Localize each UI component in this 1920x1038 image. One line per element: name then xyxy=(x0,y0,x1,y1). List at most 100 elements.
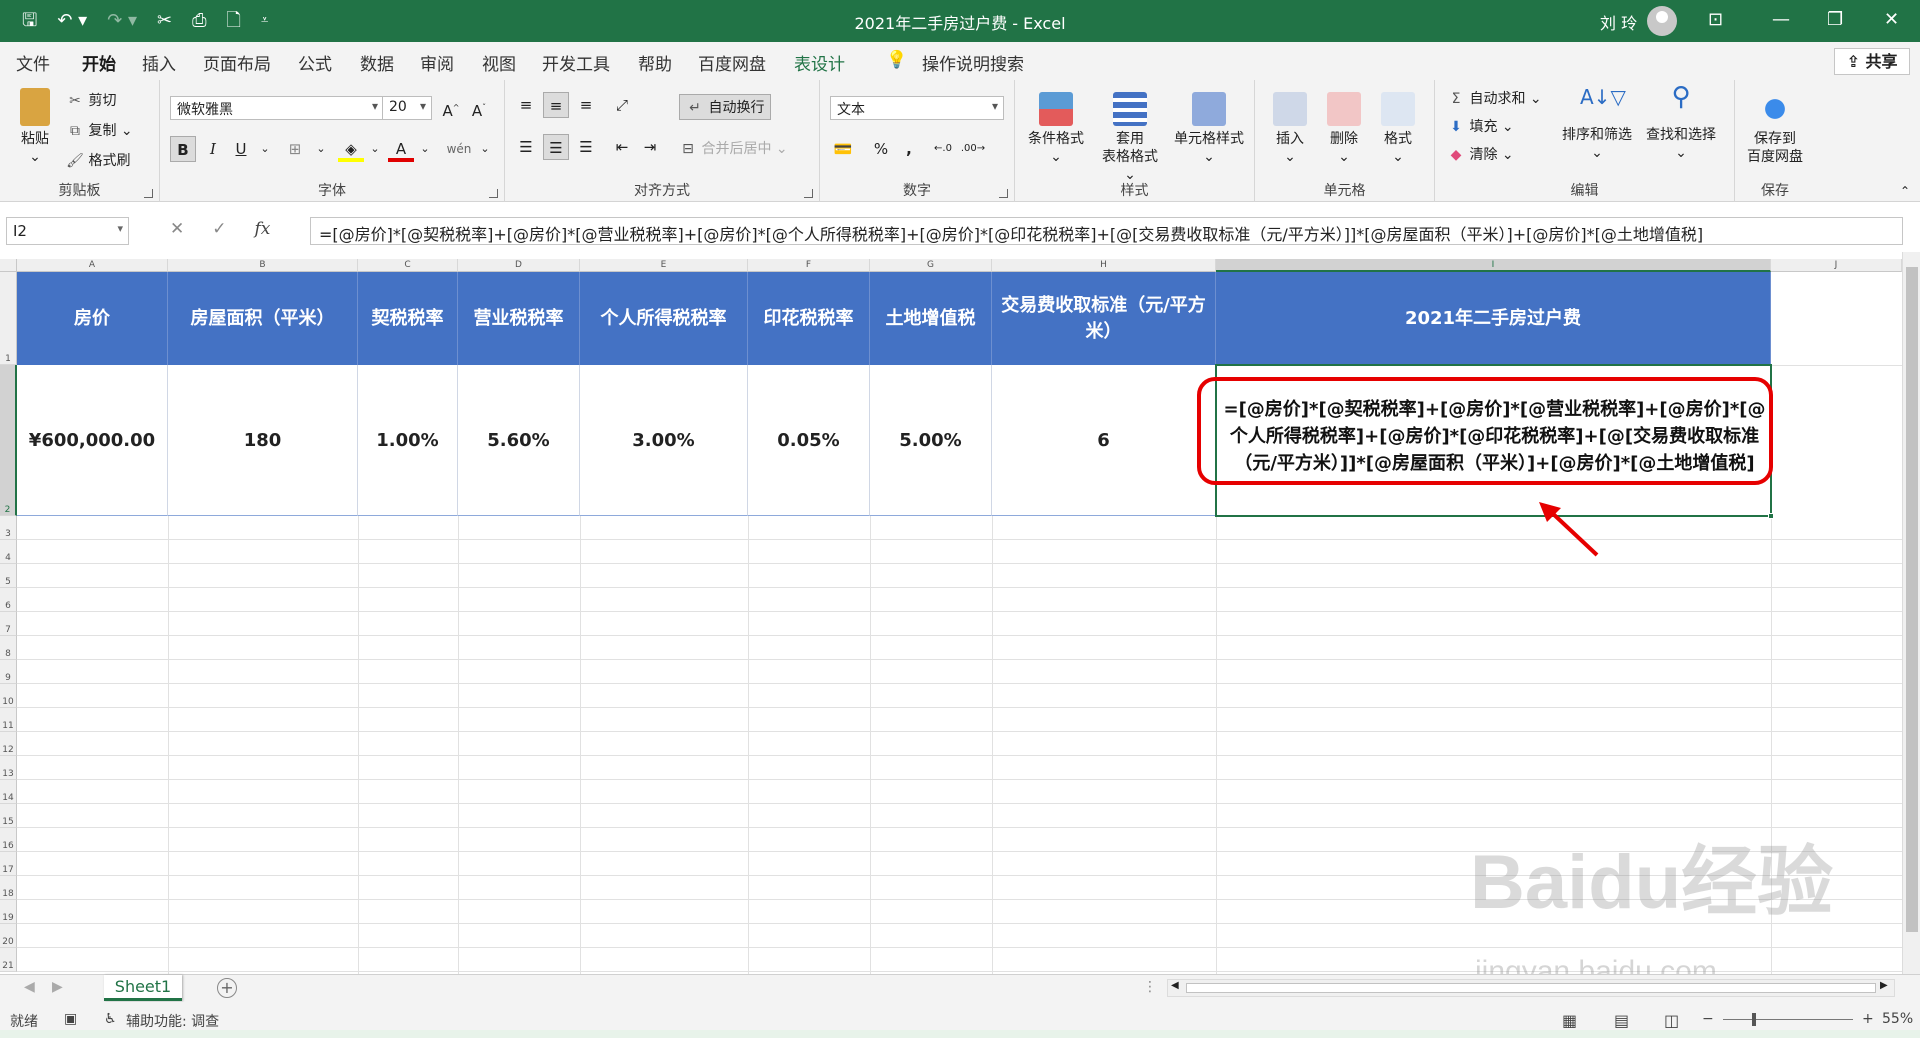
add-sheet-icon[interactable]: + xyxy=(217,978,237,998)
tab-file[interactable]: 文件 xyxy=(16,50,50,75)
table-header-cell[interactable]: 房屋面积（平米） xyxy=(168,272,358,365)
row-header[interactable]: 1 xyxy=(0,272,17,365)
tab-review[interactable]: 审阅 xyxy=(420,50,454,75)
horizontal-scrollbar[interactable]: ◀ ▶ xyxy=(1167,979,1895,997)
align-bottom-icon[interactable]: ≡ xyxy=(573,92,599,118)
insert-cells-button[interactable]: 插入 ⌄ xyxy=(1265,92,1315,166)
minimize-icon[interactable]: — xyxy=(1772,9,1790,30)
vertical-scrollbar[interactable] xyxy=(1902,252,1920,974)
zoom-in-icon[interactable]: + xyxy=(1862,1011,1874,1027)
border-icon[interactable]: ⊞ xyxy=(282,136,308,162)
row-header[interactable]: 7 xyxy=(0,612,17,636)
column-header-selected[interactable]: I xyxy=(1216,259,1771,272)
row-header[interactable]: 13 xyxy=(0,756,17,780)
format-painter-button[interactable]: 🖌 格式刷 xyxy=(66,150,130,170)
name-box[interactable]: I2 xyxy=(6,217,129,245)
restore-icon[interactable]: ❐ xyxy=(1827,9,1843,30)
table-cell[interactable]: ¥600,000.00 xyxy=(17,365,168,516)
column-header[interactable]: J xyxy=(1771,259,1902,272)
column-j-cells[interactable] xyxy=(1771,272,1902,516)
tab-data[interactable]: 数据 xyxy=(360,50,394,75)
row-header[interactable]: 9 xyxy=(0,660,17,684)
zoom-slider-thumb[interactable] xyxy=(1752,1013,1756,1026)
row-header[interactable]: 21 xyxy=(0,948,17,972)
row-header[interactable]: 3 xyxy=(0,516,17,540)
increase-indent-icon[interactable]: ⇥ xyxy=(637,134,663,160)
table-header-cell[interactable]: 2021年二手房过户费 xyxy=(1216,272,1771,365)
user-name[interactable]: 刘 玲 xyxy=(1600,10,1637,34)
italic-button[interactable]: I xyxy=(200,136,226,162)
increase-decimal-icon[interactable]: ←.0 xyxy=(930,136,956,162)
table-cell[interactable]: 6 xyxy=(992,365,1216,516)
cell-styles-button[interactable]: 单元格样式 ⌄ xyxy=(1167,92,1251,166)
macro-record-icon[interactable]: ▣ xyxy=(64,1011,77,1027)
column-header[interactable]: H xyxy=(992,259,1216,272)
align-middle-icon[interactable]: ≡ xyxy=(543,92,569,118)
row-header[interactable]: 20 xyxy=(0,924,17,948)
column-header[interactable]: F xyxy=(748,259,870,272)
format-as-table-button[interactable]: 套用 表格格式 ⌄ xyxy=(1095,92,1165,184)
insert-function-icon[interactable]: fx xyxy=(255,219,271,239)
copy-button[interactable]: ⧉ 复制 ⌄ xyxy=(66,120,133,140)
table-header-cell[interactable]: 营业税税率 xyxy=(458,272,580,365)
table-cell[interactable]: 3.00% xyxy=(580,365,748,516)
dialog-launcher-icon[interactable] xyxy=(999,189,1008,198)
cut-button[interactable]: ✂ 剪切 xyxy=(66,90,116,110)
select-all-corner[interactable] xyxy=(0,259,17,272)
font-color-dropdown-icon[interactable]: ⌄ xyxy=(412,136,438,162)
zoom-level[interactable]: 55% xyxy=(1882,1011,1913,1027)
share-button[interactable]: ⇪ 共享 xyxy=(1834,48,1910,75)
row-header[interactable]: 4 xyxy=(0,540,17,564)
table-cell[interactable]: 180 xyxy=(168,365,358,516)
merge-center-button[interactable]: ⊟ 合并后居中 ⌄ xyxy=(679,138,788,158)
accessibility-icon[interactable]: ♿ xyxy=(104,1011,117,1027)
row-header[interactable]: 15 xyxy=(0,804,17,828)
table-header-cell[interactable]: 土地增值税 xyxy=(870,272,992,365)
collapse-ribbon-icon[interactable]: ⌃ xyxy=(1900,184,1910,198)
align-right-icon[interactable]: ☰ xyxy=(573,134,599,160)
lightbulb-icon[interactable]: 💡 xyxy=(886,50,907,70)
fill-color-dropdown-icon[interactable]: ⌄ xyxy=(362,136,388,162)
scrollbar-thumb[interactable] xyxy=(1906,267,1918,932)
underline-dropdown-icon[interactable]: ⌄ xyxy=(252,136,278,162)
dialog-launcher-icon[interactable] xyxy=(489,189,498,198)
tab-table-design[interactable]: 表设计 xyxy=(794,50,845,75)
accounting-format-icon[interactable]: 💳 xyxy=(830,136,856,162)
zoom-slider[interactable] xyxy=(1723,1019,1853,1020)
row-header[interactable]: 12 xyxy=(0,732,17,756)
tab-insert[interactable]: 插入 xyxy=(142,50,176,75)
clear-button[interactable]: ◆ 清除 ⌄ xyxy=(1447,144,1514,164)
decrease-indent-icon[interactable]: ⇤ xyxy=(609,134,635,160)
table-cell[interactable]: 5.60% xyxy=(458,365,580,516)
decrease-font-icon[interactable]: Aˇ xyxy=(466,95,492,121)
row-header[interactable]: 18 xyxy=(0,876,17,900)
close-icon[interactable]: ✕ xyxy=(1884,9,1899,30)
comma-icon[interactable]: , xyxy=(896,136,922,162)
align-top-icon[interactable]: ≡ xyxy=(513,92,539,118)
tab-view[interactable]: 视图 xyxy=(482,50,516,75)
prev-sheet-icon[interactable]: ◀ xyxy=(24,979,35,995)
table-header-cell[interactable]: 个人所得税税率 xyxy=(580,272,748,365)
sort-filter-button[interactable]: A↓▽ 排序和筛选 ⌄ xyxy=(1559,87,1635,162)
row-header-selected[interactable]: 2 xyxy=(0,365,17,516)
table-header-cell[interactable]: 交易费收取标准（元/平方米） xyxy=(992,272,1216,365)
fill-color-icon[interactable]: ◈ xyxy=(338,136,364,162)
fill-button[interactable]: ⬇ 填充 ⌄ xyxy=(1447,116,1514,136)
row-header[interactable]: 5 xyxy=(0,564,17,588)
phonetic-dropdown-icon[interactable]: ⌄ xyxy=(472,136,498,162)
normal-view-icon[interactable]: ▦ xyxy=(1562,1011,1577,1030)
format-cells-button[interactable]: 格式 ⌄ xyxy=(1373,92,1423,166)
underline-button[interactable]: U xyxy=(228,136,254,162)
table-header-cell[interactable]: 契税税率 xyxy=(358,272,458,365)
sheet-tab-sheet1[interactable]: Sheet1 xyxy=(104,975,182,1001)
column-header[interactable]: D xyxy=(458,259,580,272)
tab-split-handle-icon[interactable]: ⋮ xyxy=(1143,979,1157,995)
table-cell[interactable]: 0.05% xyxy=(748,365,870,516)
page-layout-view-icon[interactable]: ▤ xyxy=(1614,1011,1629,1030)
scrollbar-thumb[interactable] xyxy=(1186,983,1876,993)
tab-page-layout[interactable]: 页面布局 xyxy=(203,50,271,75)
column-header[interactable]: A xyxy=(17,259,168,272)
tell-me-search[interactable]: 操作说明搜索 xyxy=(922,50,1024,75)
row-header[interactable]: 17 xyxy=(0,852,17,876)
enter-icon[interactable]: ✓ xyxy=(212,219,226,239)
